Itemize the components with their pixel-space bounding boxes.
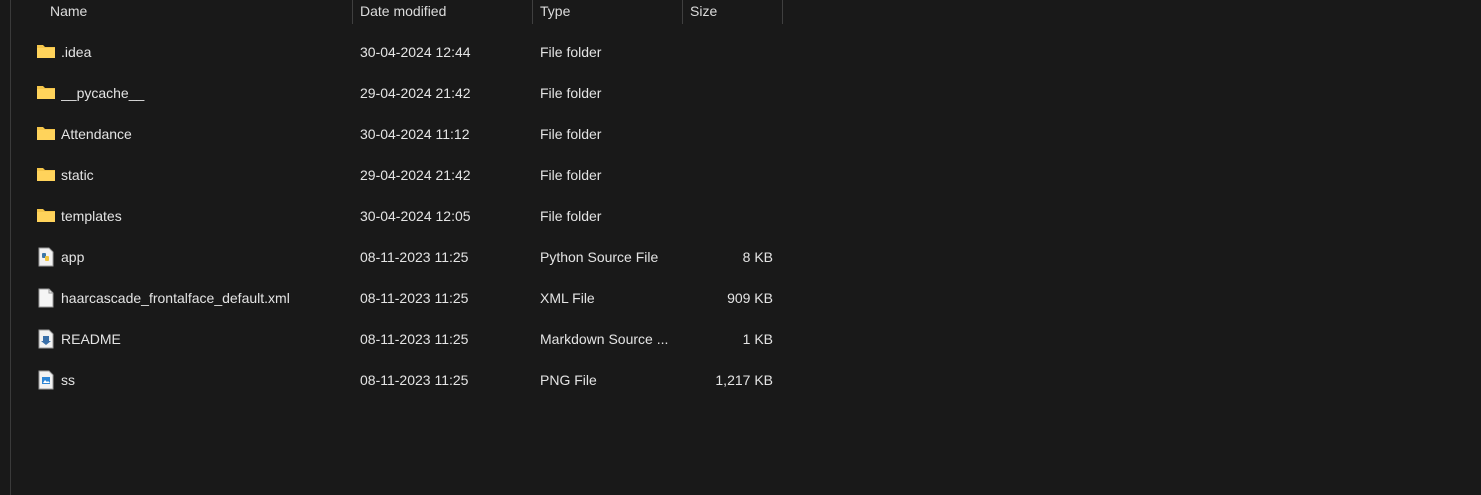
- python-file-icon: [36, 247, 56, 267]
- markdown-file-icon: [36, 329, 56, 349]
- file-date-modified: 29-04-2024 21:42: [360, 167, 471, 183]
- file-name: .idea: [61, 44, 92, 60]
- column-divider[interactable]: [682, 0, 683, 24]
- file-name: Attendance: [61, 126, 132, 142]
- file-date-modified: 29-04-2024 21:42: [360, 85, 471, 101]
- file-row[interactable]: __pycache__ 29-04-2024 21:42 File folder: [0, 73, 790, 114]
- file-type: Python Source File: [540, 249, 659, 265]
- column-divider[interactable]: [532, 0, 533, 24]
- column-header-size[interactable]: Size: [690, 0, 782, 24]
- file-name: README: [61, 331, 121, 347]
- file-name: app: [61, 249, 85, 265]
- file-name: templates: [61, 208, 122, 224]
- file-date-modified: 08-11-2023 11:25: [360, 249, 469, 265]
- column-header-date-modified[interactable]: Date modified: [360, 0, 532, 24]
- file-type: XML File: [540, 290, 595, 306]
- file-name: __pycache__: [61, 85, 145, 101]
- folder-icon: [36, 165, 56, 185]
- column-divider[interactable]: [352, 0, 353, 24]
- file-row[interactable]: .idea 30-04-2024 12:44 File folder: [0, 32, 790, 73]
- file-type: File folder: [540, 126, 602, 142]
- file-size: [690, 32, 773, 73]
- file-row[interactable]: app 08-11-2023 11:25 Python Source File …: [0, 237, 790, 278]
- file-name: static: [61, 167, 94, 183]
- file-row[interactable]: README 08-11-2023 11:25 Markdown Source …: [0, 319, 790, 360]
- file-row[interactable]: Attendance 30-04-2024 11:12 File folder: [0, 114, 790, 155]
- file-row[interactable]: haarcascade_frontalface_default.xml 08-1…: [0, 278, 790, 319]
- file-explorer-details-view: Name Date modified Type Size .idea 30-04…: [0, 0, 1481, 495]
- file-date-modified: 30-04-2024 12:05: [360, 208, 471, 224]
- file-size: 8 KB: [742, 249, 773, 265]
- file-date-modified: 30-04-2024 12:44: [360, 44, 471, 60]
- blank-file-icon: [36, 288, 56, 308]
- file-name: ss: [61, 372, 75, 388]
- file-row[interactable]: static 29-04-2024 21:42 File folder: [0, 155, 790, 196]
- column-header-name[interactable]: Name: [50, 0, 352, 24]
- file-name: haarcascade_frontalface_default.xml: [61, 290, 290, 306]
- image-file-icon: [36, 370, 56, 390]
- file-date-modified: 08-11-2023 11:25: [360, 372, 469, 388]
- file-size: [690, 73, 773, 114]
- file-size: 1 KB: [742, 331, 773, 347]
- file-size: 909 KB: [727, 290, 773, 306]
- folder-icon: [36, 83, 56, 103]
- column-divider[interactable]: [782, 0, 783, 24]
- column-header-bar: Name Date modified Type Size: [0, 0, 1481, 24]
- folder-icon: [36, 42, 56, 62]
- file-type: PNG File: [540, 372, 597, 388]
- file-date-modified: 08-11-2023 11:25: [360, 331, 469, 347]
- file-row[interactable]: ss 08-11-2023 11:25 PNG File 1,217 KB: [0, 360, 790, 401]
- file-list: .idea 30-04-2024 12:44 File folder __pyc…: [0, 32, 1481, 401]
- file-size: [690, 114, 773, 155]
- column-header-type[interactable]: Type: [540, 0, 682, 24]
- file-size: [690, 155, 773, 196]
- folder-icon: [36, 124, 56, 144]
- file-row[interactable]: templates 30-04-2024 12:05 File folder: [0, 196, 790, 237]
- file-type: File folder: [540, 85, 602, 101]
- folder-icon: [36, 206, 56, 226]
- file-date-modified: 30-04-2024 11:12: [360, 126, 470, 142]
- file-type: File folder: [540, 167, 602, 183]
- file-size: 1,217 KB: [715, 372, 773, 388]
- file-type: Markdown Source ...: [540, 331, 669, 347]
- file-size: [690, 196, 773, 237]
- file-date-modified: 08-11-2023 11:25: [360, 290, 469, 306]
- file-type: File folder: [540, 208, 602, 224]
- file-type: File folder: [540, 44, 602, 60]
